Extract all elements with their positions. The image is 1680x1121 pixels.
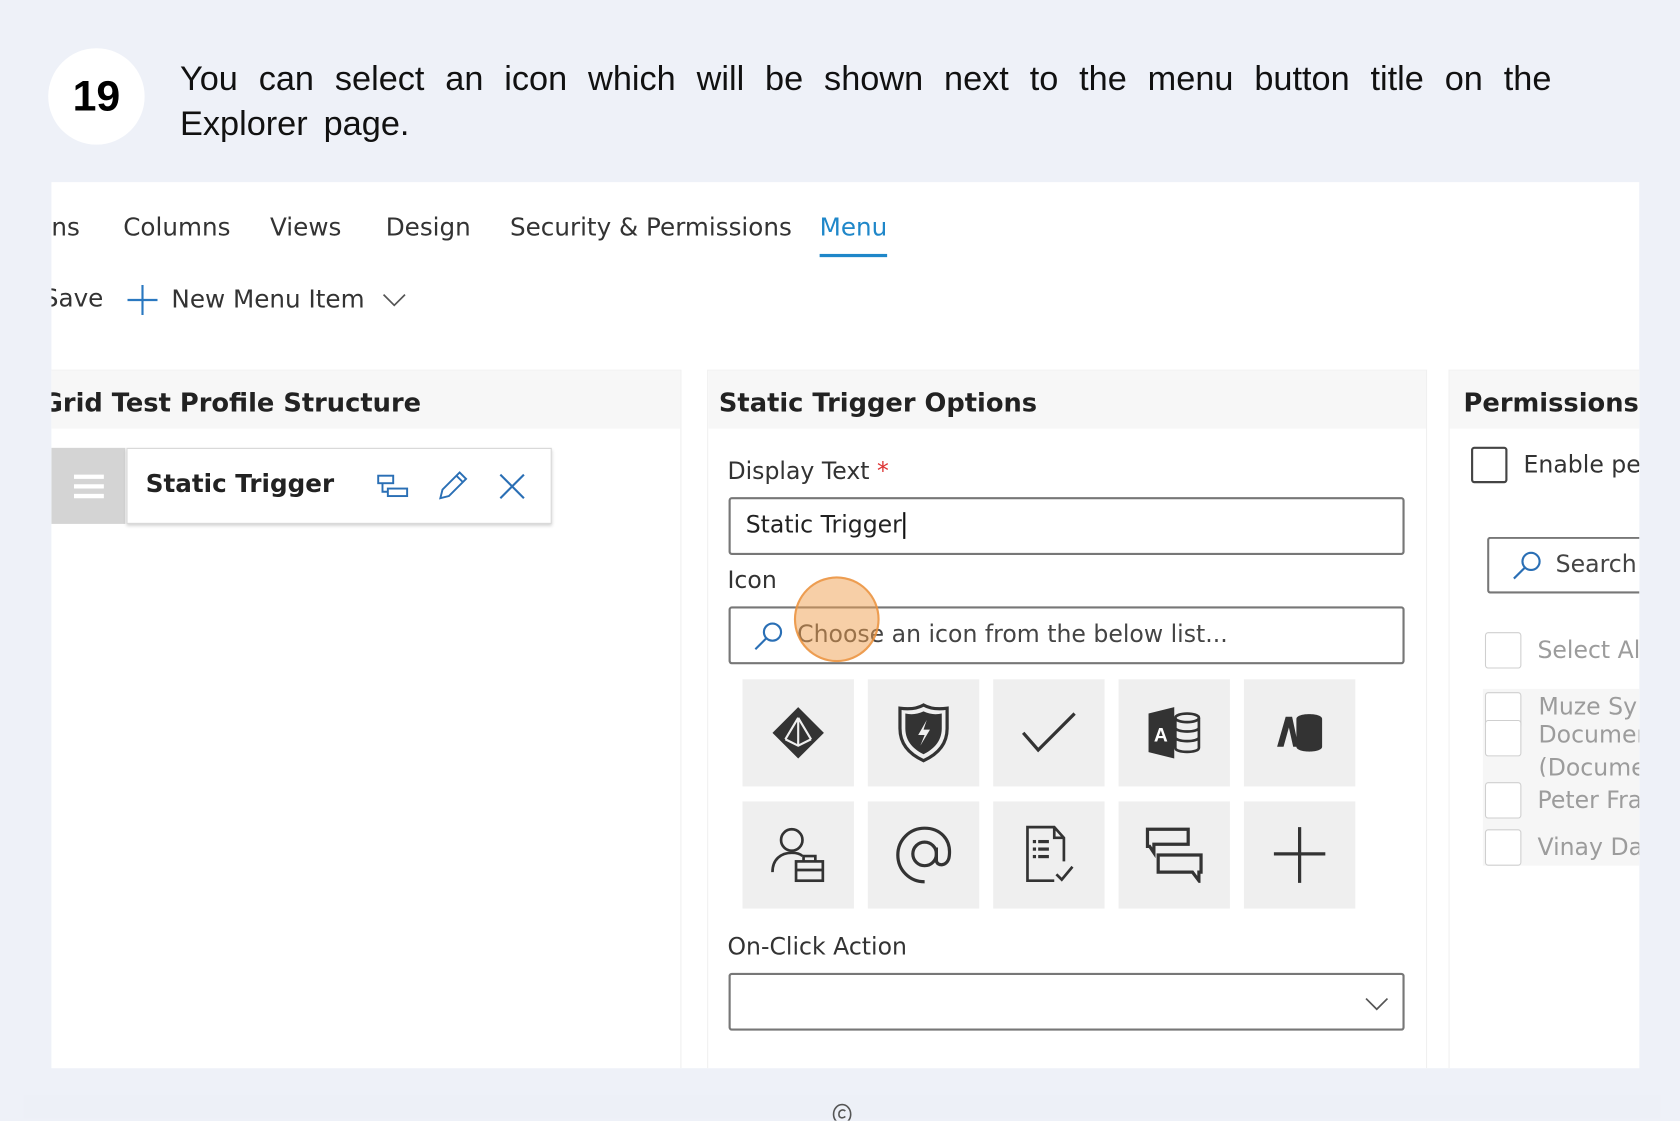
tab-security-permissions[interactable]: Security & Permissions: [510, 214, 792, 242]
list-item: Muze Sy Documer: [1539, 694, 1640, 750]
new-menu-item-label: New Menu Item: [171, 286, 365, 314]
icon-option-access-db[interactable]: A: [1118, 679, 1230, 787]
chevron-down-icon: [1365, 997, 1389, 1011]
icon-grid: A: [742, 679, 1356, 909]
tab-menu[interactable]: Menu: [820, 214, 888, 242]
list-item: (Docume: [1538, 755, 1640, 777]
drag-handle[interactable]: [51, 447, 126, 524]
step-number-badge: 19: [48, 48, 145, 145]
permissions-title: Permissions: [1449, 370, 1640, 429]
list-item-line: Documer: [1538, 722, 1640, 749]
active-tab-indicator: [819, 253, 888, 258]
app-screenshot: ns Columns Views Design Security & Permi…: [51, 182, 1640, 1069]
close-icon[interactable]: [498, 472, 526, 500]
enable-permissions-checkbox[interactable]: Enable pe: [1471, 446, 1640, 484]
icon-option-document-check[interactable]: [993, 801, 1105, 909]
search-icon: [754, 622, 783, 651]
icon-option-access[interactable]: [1243, 679, 1356, 787]
icon-option-shield[interactable]: [867, 679, 980, 787]
icon-option-at[interactable]: [867, 801, 980, 909]
tab-design[interactable]: Design: [386, 214, 471, 242]
required-marker: *: [877, 458, 889, 486]
icon-option-user-briefcase[interactable]: [742, 801, 854, 909]
display-text-input[interactable]: Static Trigger: [728, 497, 1405, 555]
tutorial-slide: 19 You can select an icon which will be …: [0, 0, 1680, 1121]
enable-permissions-label: Enable pe: [1523, 451, 1640, 479]
pencil-icon[interactable]: [436, 468, 470, 502]
permissions-search-placeholder: Search: [1555, 551, 1637, 579]
list-item-label: Vinay Da: [1537, 834, 1640, 861]
azure-ad-icon: [772, 707, 824, 759]
icon-option-check[interactable]: [993, 679, 1105, 787]
menu-item-card[interactable]: Static Trigger: [126, 447, 552, 524]
svg-text:A: A: [1154, 725, 1168, 746]
list-item[interactable]: Vinay Da: [1484, 829, 1640, 866]
checkbox[interactable]: [1484, 632, 1522, 669]
tab-columns[interactable]: Columns: [123, 214, 230, 242]
display-text-label: Display Text *: [727, 459, 888, 486]
search-icon: [1513, 551, 1541, 580]
list-item-label: Peter Fra: [1537, 786, 1640, 814]
step-instruction: You can select an icon which will be sho…: [179, 58, 1552, 143]
icon-label: Icon: [727, 567, 777, 595]
select-all-label: Select Al: [1537, 636, 1640, 664]
plus-icon: [127, 284, 158, 315]
document-checklist-icon: [1026, 825, 1074, 883]
hierarchy-icon[interactable]: [376, 472, 410, 500]
permissions-search-input[interactable]: Search: [1487, 536, 1640, 594]
shield-lightning-icon: [898, 703, 949, 763]
icon-option-azure-ad[interactable]: [742, 679, 854, 787]
checkbox[interactable]: [1471, 446, 1508, 484]
at-sign-icon: [896, 826, 952, 884]
on-click-action-select[interactable]: [728, 972, 1405, 1031]
new-menu-item-button[interactable]: New Menu Item: [126, 284, 407, 316]
display-text-label-text: Display Text: [727, 458, 870, 486]
icon-option-chat[interactable]: [1118, 801, 1230, 909]
structure-title: Grid Test Profile Structure: [51, 370, 681, 429]
chat-bubbles-icon: [1145, 827, 1203, 883]
list-item-line: Muze Sy: [1538, 694, 1638, 722]
menu-item-label: Static Trigger: [145, 470, 335, 499]
plus-icon: [1273, 827, 1326, 883]
trigger-options-title: Static Trigger Options: [708, 370, 1427, 429]
checkmark-icon: [1021, 712, 1076, 753]
select-all-checkbox[interactable]: Select Al: [1484, 632, 1640, 669]
user-checkbox[interactable]: [1484, 719, 1522, 757]
checkbox[interactable]: [1484, 782, 1522, 819]
checkbox[interactable]: [1484, 829, 1522, 866]
chevron-down-icon: [383, 294, 406, 307]
on-click-action-label: On-Click Action: [727, 934, 907, 962]
tab-partial[interactable]: ns: [51, 214, 79, 242]
user-briefcase-icon: [771, 827, 825, 883]
text-cursor: [902, 512, 906, 539]
access-database-icon: A: [1148, 707, 1201, 759]
list-item[interactable]: Peter Fra: [1484, 782, 1640, 819]
icon-option-plus[interactable]: [1243, 801, 1356, 909]
copyright-icon: [832, 1103, 852, 1121]
display-text-value: Static Trigger: [745, 512, 902, 539]
tab-views[interactable]: Views: [270, 214, 341, 242]
access-logo-icon: [1277, 714, 1323, 752]
click-highlight: [793, 576, 880, 663]
save-button[interactable]: Save: [51, 285, 103, 313]
hamburger-icon: [73, 474, 104, 498]
